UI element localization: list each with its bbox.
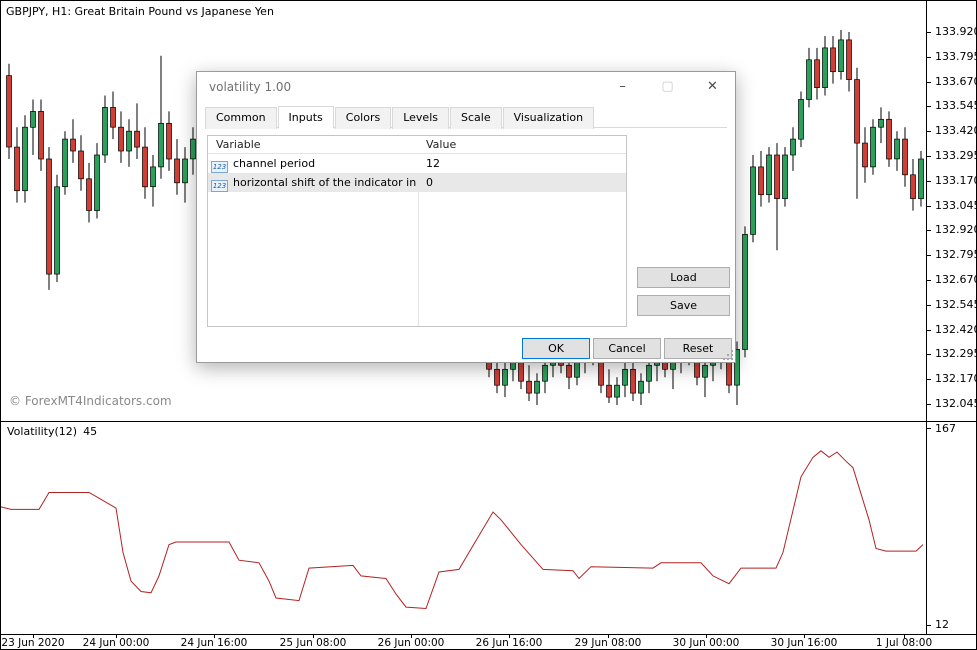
price-axis-label: 132.295 xyxy=(935,347,977,361)
parameter-row[interactable]: 123 channel period 12 xyxy=(208,154,626,173)
dialog-titlebar[interactable]: volatility 1.00 – ▢ ✕ xyxy=(197,72,735,102)
tab-inputs[interactable]: Inputs xyxy=(278,106,334,129)
price-axis-label: 133.170 xyxy=(935,174,977,188)
time-axis[interactable]: 23 Jun 2020 24 Jun 00:00 24 Jun 16:00 25 Ju… xyxy=(1,635,977,650)
time-axis-label: 26 Jun 16:00 xyxy=(476,637,543,649)
tab-levels[interactable]: Levels xyxy=(392,107,449,129)
price-axis-label: 132.170 xyxy=(935,372,977,386)
close-icon[interactable]: ✕ xyxy=(690,72,735,102)
tab-scale[interactable]: Scale xyxy=(450,107,502,129)
tab-common[interactable]: Common xyxy=(205,107,277,129)
dialog-title: volatility 1.00 xyxy=(209,72,291,102)
price-axis-tick xyxy=(927,106,931,107)
indicator-properties-dialog: volatility 1.00 – ▢ ✕ CommonInputsColors… xyxy=(196,71,736,363)
time-axis-label: 30 Jun 16:00 xyxy=(771,637,838,649)
price-axis-tick xyxy=(927,82,931,83)
price-axis-line xyxy=(926,1,927,634)
price-axis-label: 132.045 xyxy=(935,397,977,411)
resize-grip-icon[interactable] xyxy=(722,349,734,361)
tab-colors[interactable]: Colors xyxy=(335,107,391,129)
price-axis-tick xyxy=(927,404,931,405)
time-axis-label: 24 Jun 16:00 xyxy=(181,637,248,649)
header-variable: Variable xyxy=(216,136,261,154)
mt-terminal-chart-window: GBPJPY, H1: Great Britain Pound vs Japan… xyxy=(0,0,977,650)
price-axis-tick xyxy=(927,206,931,207)
price-axis-label: 133.795 xyxy=(935,50,977,64)
price-axis-tick xyxy=(927,255,931,256)
symbol-info-label: GBPJPY, H1: Great Britain Pound vs Japan… xyxy=(6,5,274,18)
price-axis[interactable]: 133.920 133.795 133.670 133.545 133.420 133.2… xyxy=(927,1,977,421)
price-axis-tick xyxy=(927,131,931,132)
indicator-axis-tick xyxy=(927,625,931,626)
price-axis-tick xyxy=(927,330,931,331)
parameter-name-cell: 123 channel period xyxy=(208,154,417,173)
time-axis-label: 29 Jun 08:00 xyxy=(575,637,642,649)
price-axis-label: 132.545 xyxy=(935,298,977,312)
price-axis-tick xyxy=(927,230,931,231)
parameters-table: Variable Value 123 channel period 12 123 hor… xyxy=(207,135,627,327)
time-axis-label: 26 Jun 00:00 xyxy=(378,637,445,649)
indicator-axis-max: 167 xyxy=(935,422,956,436)
price-axis-tick xyxy=(927,156,931,157)
maximize-icon: ▢ xyxy=(645,72,690,102)
volatility-line-chart xyxy=(1,422,926,634)
panel-separator[interactable] xyxy=(1,421,977,422)
parameter-value-cell[interactable]: 12 xyxy=(426,154,626,173)
time-axis-label: 1 Jul 08:00 xyxy=(876,637,932,649)
numeric-type-icon: 123 xyxy=(211,161,228,173)
price-axis-tick xyxy=(927,354,931,355)
indicator-label: Volatility(12) 45 xyxy=(7,425,97,438)
window-controls: – ▢ ✕ xyxy=(600,72,735,102)
indicator-axis-min: 12 xyxy=(935,618,949,632)
indicator-current-value: 45 xyxy=(83,425,97,438)
load-button[interactable]: Load xyxy=(637,267,730,288)
axis-separator xyxy=(1,634,977,635)
dialog-tab-bar: CommonInputsColorsLevelsScaleVisualizati… xyxy=(205,105,727,128)
watermark: © ForexMT4Indicators.com xyxy=(9,394,172,408)
time-axis-label: 24 Jun 00:00 xyxy=(83,637,150,649)
price-axis-label: 132.920 xyxy=(935,223,977,237)
indicator-axis[interactable]: 167 12 xyxy=(927,422,977,634)
parameter-name: horizontal shift of the indicator in bar… xyxy=(233,176,417,189)
price-axis-label: 133.920 xyxy=(935,25,977,39)
parameter-name-cell: 123 horizontal shift of the indicator in … xyxy=(208,173,417,192)
save-button[interactable]: Save xyxy=(637,295,730,316)
ok-button[interactable]: OK xyxy=(522,338,590,359)
indicator-name: Volatility(12) xyxy=(7,425,77,438)
parameter-row[interactable]: 123 horizontal shift of the indicator in … xyxy=(208,173,626,192)
price-axis-label: 132.795 xyxy=(935,248,977,262)
minimize-icon[interactable]: – xyxy=(600,72,645,102)
price-axis-tick xyxy=(927,379,931,380)
price-axis-label: 133.045 xyxy=(935,199,977,213)
price-axis-label: 133.420 xyxy=(935,124,977,138)
price-axis-tick xyxy=(927,181,931,182)
price-axis-label: 133.295 xyxy=(935,149,977,163)
time-axis-label: 25 Jun 08:00 xyxy=(280,637,347,649)
price-axis-tick xyxy=(927,305,931,306)
price-axis-label: 132.420 xyxy=(935,323,977,337)
indicator-axis-tick xyxy=(927,428,931,429)
tab-visualization[interactable]: Visualization xyxy=(503,107,594,129)
time-axis-label: 23 Jun 2020 xyxy=(1,637,64,649)
price-axis-label: 133.670 xyxy=(935,75,977,89)
parameter-value-cell[interactable]: 0 xyxy=(426,173,626,192)
price-axis-label: 133.545 xyxy=(935,99,977,113)
price-axis-tick xyxy=(927,280,931,281)
price-axis-tick xyxy=(927,32,931,33)
header-value: Value xyxy=(426,136,456,154)
price-axis-tick xyxy=(927,57,931,58)
numeric-type-icon: 123 xyxy=(211,180,228,192)
price-axis-label: 132.670 xyxy=(935,273,977,287)
table-header-row: Variable Value xyxy=(208,136,626,154)
cancel-button[interactable]: Cancel xyxy=(593,338,661,359)
indicator-panel[interactable]: Volatility(12) 45 xyxy=(1,422,926,634)
parameter-name: channel period xyxy=(233,157,315,170)
time-axis-label: 30 Jun 00:00 xyxy=(673,637,740,649)
